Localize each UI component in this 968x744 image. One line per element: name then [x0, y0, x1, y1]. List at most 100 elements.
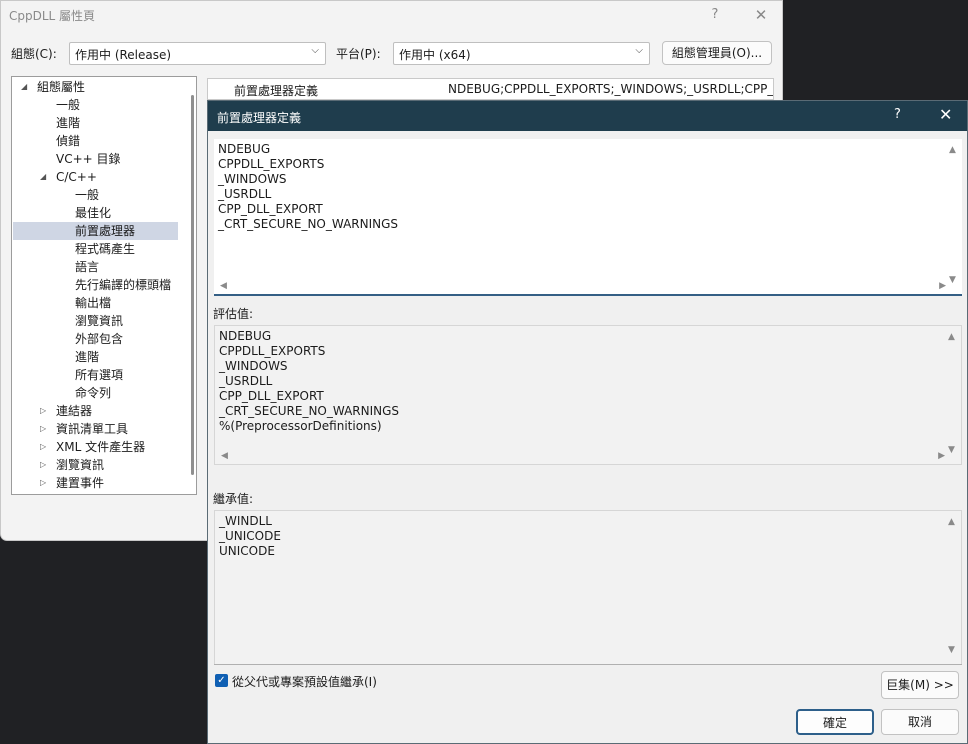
- inherited-values-label: 繼承值:: [213, 492, 254, 506]
- platform-label: 平台(P):: [336, 47, 381, 61]
- tree-item-cpp-advanced[interactable]: 進階: [12, 348, 187, 366]
- collapsed-triangle-icon[interactable]: ▷: [40, 474, 46, 492]
- tree-item-general[interactable]: 一般: [12, 96, 187, 114]
- scroll-down-icon[interactable]: ▼: [948, 443, 955, 458]
- editor-vertical-scrollbar[interactable]: ▲ ▼: [949, 143, 959, 285]
- evaluated-text: NDEBUG CPPDLL_EXPORTS _WINDOWS _USRDLL C…: [219, 329, 400, 433]
- inherit-checkbox[interactable]: ✓: [215, 674, 228, 687]
- inherited-text: _WINDLL _UNICODE UNICODE: [219, 514, 281, 558]
- tree-item-label: 外部包含: [75, 332, 124, 346]
- dialog-titlebar: 前置處理器定義 ? ✕: [208, 101, 967, 131]
- expanded-triangle-icon[interactable]: ◢: [21, 78, 27, 96]
- close-button[interactable]: ✕: [747, 5, 775, 25]
- tree-scrollbar[interactable]: [191, 95, 194, 475]
- help-button[interactable]: ?: [701, 5, 729, 25]
- editor-text[interactable]: NDEBUG CPPDLL_EXPORTS _WINDOWS _USRDLL C…: [218, 142, 398, 232]
- tree-item-preprocessor[interactable]: 前置處理器: [13, 222, 178, 240]
- tree-item-label: 前置處理器: [75, 224, 136, 238]
- tree-item-build-events[interactable]: ▷ 建置事件: [12, 474, 187, 492]
- tree-item-label: 建置事件: [56, 476, 105, 490]
- scroll-up-icon[interactable]: ▲: [948, 330, 955, 345]
- collapsed-triangle-icon[interactable]: ▷: [40, 420, 46, 438]
- tree-item-label: 組態屬性: [37, 80, 86, 94]
- tree-item-label: 瀏覽資訊: [75, 314, 124, 328]
- platform-select[interactable]: 作用中 (x64) ⌵: [393, 42, 650, 65]
- tree-item-label: C/C++: [56, 170, 97, 184]
- cancel-button[interactable]: 取消: [881, 709, 959, 735]
- tree-item-external-includes[interactable]: 外部包含: [12, 330, 187, 348]
- scroll-left-icon[interactable]: ◀: [220, 279, 227, 294]
- tree-item-language[interactable]: 語言: [12, 258, 187, 276]
- expanded-triangle-icon[interactable]: ◢: [40, 168, 46, 186]
- configuration-label: 組態(C):: [11, 47, 57, 61]
- tree-item-vc-directories[interactable]: VC++ 目錄: [12, 150, 187, 168]
- tree-item-browse-info[interactable]: ▷ 瀏覽資訊: [12, 456, 187, 474]
- tree-item-label: 偵錯: [56, 134, 81, 148]
- tree-item-label: 瀏覽資訊: [56, 458, 105, 472]
- tree-item-all-options[interactable]: 所有選項: [12, 366, 187, 384]
- tree-item-label: 語言: [75, 260, 100, 274]
- help-button[interactable]: ?: [894, 107, 901, 122]
- dialog-title: 前置處理器定義: [217, 111, 302, 125]
- tree-item-output-files[interactable]: 輸出檔: [12, 294, 187, 312]
- tree-item-xml-document-generator[interactable]: ▷ XML 文件產生器: [12, 438, 187, 456]
- scroll-down-icon[interactable]: ▼: [948, 643, 955, 658]
- evaluated-vertical-scrollbar[interactable]: ▲ ▼: [948, 330, 958, 455]
- chevron-down-icon: ⌵: [311, 45, 319, 56]
- scroll-up-icon[interactable]: ▲: [949, 143, 956, 158]
- tree-item-manifest-tool[interactable]: ▷ 資訊清單工具: [12, 420, 187, 438]
- tree-item-label: XML 文件產生器: [56, 440, 146, 454]
- collapsed-triangle-icon[interactable]: ▷: [40, 402, 46, 420]
- tree-item-label: VC++ 目錄: [56, 152, 121, 166]
- scroll-left-icon[interactable]: ◀: [221, 449, 228, 464]
- tree-item-precompiled-headers[interactable]: 先行編譯的標頭檔: [12, 276, 187, 294]
- property-name: 前置處理器定義: [234, 84, 319, 98]
- scroll-right-icon[interactable]: ▶: [939, 279, 946, 294]
- tree-item-label: 輸出檔: [75, 296, 112, 310]
- tree-item-configuration-properties[interactable]: ◢ 組態屬性: [12, 78, 187, 96]
- editor-horizontal-scrollbar[interactable]: ◀ ▶: [218, 279, 946, 291]
- tree-item-cpp[interactable]: ◢ C/C++: [12, 168, 187, 186]
- tree-item-cpp-general[interactable]: 一般: [12, 186, 187, 204]
- tree-item-debugging[interactable]: 偵錯: [12, 132, 187, 150]
- configuration-tree[interactable]: ◢ 組態屬性 一般 進階 偵錯 VC++ 目錄 ◢ C/C++ 一般 最佳化 前置處理器 程式碼產生語…: [11, 76, 197, 495]
- tree-item-linker[interactable]: ▷ 連結器: [12, 402, 187, 420]
- window-title: CppDLL 屬性頁: [9, 9, 96, 23]
- ok-button[interactable]: 確定: [796, 709, 874, 735]
- tree-item-label: 最佳化: [75, 206, 112, 220]
- collapsed-triangle-icon[interactable]: ▷: [40, 456, 46, 474]
- evaluated-horizontal-scrollbar[interactable]: ◀ ▶: [219, 449, 945, 461]
- configuration-select[interactable]: 作用中 (Release) ⌵: [69, 42, 326, 65]
- property-grid-row[interactable]: 前置處理器定義 NDEBUG;CPPDLL_EXPORTS;_WINDOWS;_…: [207, 78, 774, 100]
- evaluated-value-label: 評估值:: [213, 307, 254, 321]
- scroll-up-icon[interactable]: ▲: [948, 515, 955, 530]
- tree-item-label: 一般: [56, 98, 81, 112]
- tree-item-browse-information[interactable]: 瀏覽資訊: [12, 312, 187, 330]
- tree-item-label: 連結器: [56, 404, 93, 418]
- inherited-values-box: _WINDLL _UNICODE UNICODE ▲ ▼: [214, 510, 962, 665]
- tree-item-command-line[interactable]: 命令列: [12, 384, 187, 402]
- tree-item-label: 一般: [75, 188, 100, 202]
- tree-item-advanced[interactable]: 進階: [12, 114, 187, 132]
- collapsed-triangle-icon[interactable]: ▷: [40, 438, 46, 456]
- property-value: NDEBUG;CPPDLL_EXPORTS;_WINDOWS;_USRDLL;C…: [448, 82, 774, 96]
- close-button[interactable]: ✕: [939, 105, 952, 124]
- scroll-down-icon[interactable]: ▼: [949, 273, 956, 288]
- chevron-down-icon: ⌵: [635, 45, 643, 56]
- tree-item-label: 資訊清單工具: [56, 422, 129, 436]
- tree-item-label: 命令列: [75, 386, 112, 400]
- evaluated-value-box: NDEBUG CPPDLL_EXPORTS _WINDOWS _USRDLL C…: [214, 325, 962, 465]
- scroll-right-icon[interactable]: ▶: [938, 449, 945, 464]
- tree-item-label: 所有選項: [75, 368, 124, 382]
- tree-item-label: 先行編譯的標頭檔: [75, 278, 172, 292]
- configuration-manager-button[interactable]: 組態管理員(O)...: [662, 41, 772, 65]
- tree-item-label: 進階: [75, 350, 100, 364]
- tree-item-label: 進階: [56, 116, 81, 130]
- inherit-checkbox-label[interactable]: 從父代或專案預設值繼承(I): [232, 673, 377, 690]
- platform-value: 作用中 (x64): [399, 48, 471, 62]
- macros-button[interactable]: 巨集(M) >>: [881, 671, 959, 699]
- tree-item-code-generation[interactable]: 程式碼產生: [12, 240, 187, 258]
- tree-item-optimization[interactable]: 最佳化: [12, 204, 187, 222]
- inherited-vertical-scrollbar[interactable]: ▲ ▼: [948, 515, 958, 655]
- definitions-editor[interactable]: NDEBUG CPPDLL_EXPORTS _WINDOWS _USRDLL C…: [214, 139, 962, 296]
